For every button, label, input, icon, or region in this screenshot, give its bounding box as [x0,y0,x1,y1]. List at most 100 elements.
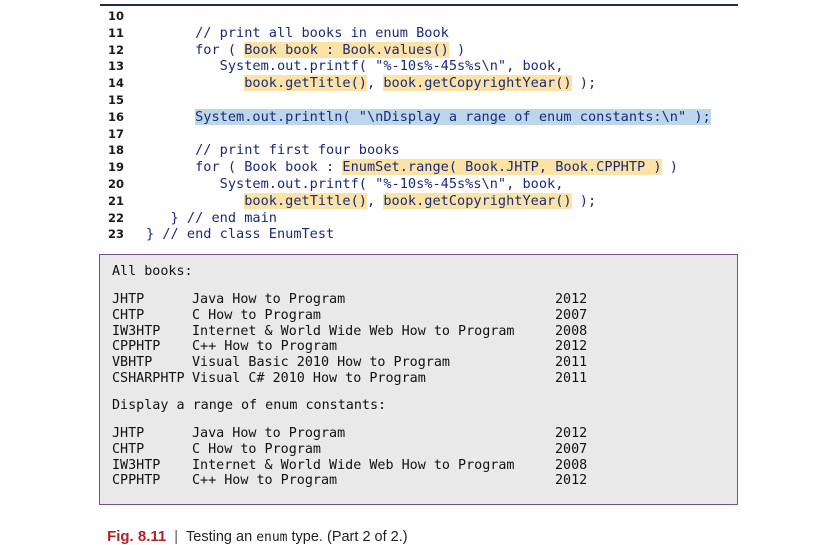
highlighted-code-segment: Book book : Book.values() [244,41,449,58]
figure-caption: Fig. 8.11 | Testing an enum type. (Part 2 … [99,512,408,545]
book-code: CHTP [112,307,145,323]
code-segment: System.out.printf( "%-10s%-45s%s\n", boo… [146,58,564,75]
code-text: } // end main [146,210,277,227]
line-number: 23 [107,227,124,242]
highlighted-code-segment: book.getCopyrightYear() [383,75,572,92]
book-year: 2012 [555,339,588,355]
book-year: 2008 [555,323,588,339]
code-line: 20 System.out.printf( "%-10s%-45s%s\n", … [100,176,740,193]
code-text: book.getTitle(), book.getCopyrightYear()… [146,75,596,92]
code-text: // print all books in enum Book [146,25,449,42]
book-code: CSHARPHTP [112,371,185,386]
output-row: CSHARPHTP Visual C# 2010 How to Program 20… [112,371,712,387]
top-rule [100,4,738,6]
code-text: } // end class EnumTest [146,226,334,243]
book-title: Java How to Program [192,292,346,307]
output-row: CPPHTP C++ How to Program 2012 [112,473,712,489]
code-segment: ); [571,75,597,92]
book-year: 2011 [555,355,588,371]
code-text: System.out.printf( "%-10s%-45s%s\n", boo… [146,58,564,75]
line-number: 15 [107,92,124,107]
book-code: VBHTP [112,355,153,371]
book-title: C++ How to Program [192,339,338,355]
code-text: // print first four books [146,142,400,159]
code-segment: for ( [146,41,245,58]
code-segment: , [366,75,384,92]
code-line: 21 book.getTitle(), book.getCopyrightYea… [100,192,740,210]
code-segment: ) [661,159,678,176]
output-row: IW3HTP Internet & World Wide Web How to P… [112,324,712,340]
book-title: Internet & World Wide Web How to Program [192,457,515,473]
book-year: 2012 [555,292,588,307]
highlighted-code-segment: EnumSet.range( Book.JHTP, Book.CPPHTP ) [342,159,662,176]
code-line: 16 System.out.println( "\nDisplay a rang… [100,108,740,126]
code-listing: 10 11 // print all books in enum Book 12 f… [100,8,740,243]
output-row: JHTP Java How to Program 2012 [112,292,712,308]
highlighted-code-segment: book.getCopyrightYear() [383,192,572,209]
book-title: C++ How to Program [192,473,338,489]
book-year: 2007 [555,441,588,457]
book-title: Visual Basic 2010 How to Program [192,355,450,371]
code-segment: // print first four books [146,142,400,159]
caption-text-after: type. (Part 2 of 2.) [287,529,408,545]
book-year: 2008 [555,457,588,473]
code-segment: } // end class EnumTest [146,226,335,243]
line-number: 12 [107,42,124,57]
code-line: 11 // print all books in enum Book [100,25,740,42]
code-line: 13 System.out.printf( "%-10s%-45s%s\n", … [100,58,740,75]
code-text: System.out.println( "\nDisplay a range o… [146,108,711,126]
code-text: System.out.printf( "%-10s%-45s%s\n", boo… [146,175,564,193]
line-number: 19 [107,160,124,175]
code-line: 14 book.getTitle(), book.getCopyrightYea… [100,75,740,92]
book-code: CPPHTP [112,339,161,355]
code-segment: // print all books in enum Book [146,24,449,41]
line-number: 13 [107,59,124,74]
book-title: Java How to Program [192,426,346,441]
line-number: 16 [107,109,124,124]
line-number: 11 [107,25,124,40]
program-output: All books: JHTP Java How to Program 2012 CH… [99,254,738,505]
highlighted-code-segment: book.getTitle() [244,75,367,92]
output-row: CPPHTP C++ How to Program 2012 [112,339,712,355]
line-number: 20 [107,176,124,191]
code-segment: System.out.printf( "%-10s%-45s%s\n", boo… [146,175,564,192]
code-line: 15 [100,92,740,109]
caption-separator: | [174,529,179,545]
code-line: 12 for ( Book book : Book.values() ) [100,41,740,59]
book-code: CPPHTP [112,473,161,489]
book-title: Visual C# 2010 How to Program [192,371,426,386]
book-title: C How to Program [192,307,321,323]
book-title: Internet & World Wide Web How to Program [192,323,515,339]
book-code: CHTP [112,441,145,457]
book-code: IW3HTP [112,457,161,473]
output-row: CHTP C How to Program 2007 [112,442,712,458]
code-line: 18 // print first four books [100,142,740,159]
line-number: 22 [107,210,124,225]
line-number: 21 [107,193,124,208]
line-number: 10 [107,9,124,23]
line-number: 17 [107,126,124,141]
output-heading-range: Display a range of enum constants: [112,398,387,413]
line-number: 18 [107,143,124,158]
code-text: for ( Book book : Book.values() ) [146,41,465,59]
output-row: CHTP C How to Program 2007 [112,308,712,324]
code-segment: } // end main [146,209,277,226]
book-year: 2012 [555,426,588,441]
code-segment: , [366,192,384,209]
code-line: 19 for ( Book book : EnumSet.range( Book… [100,159,740,176]
code-text: for ( Book book : EnumSet.range( Book.JH… [146,159,678,176]
code-segment: ); [571,192,597,209]
highlighted-code-segment: book.getTitle() [244,192,367,209]
output-row: JHTP Java How to Program 2012 [112,426,712,442]
book-code: JHTP [112,292,145,307]
output-heading-all-books: All books: [112,264,193,279]
book-year: 2011 [555,371,588,386]
book-code: JHTP [112,426,145,441]
line-number: 14 [107,76,124,91]
code-segment: for ( Book book : [146,159,343,176]
highlighted-code-segment: System.out.println( "\nDisplay a range o… [195,108,711,125]
caption-text-before: Testing an [186,529,257,545]
